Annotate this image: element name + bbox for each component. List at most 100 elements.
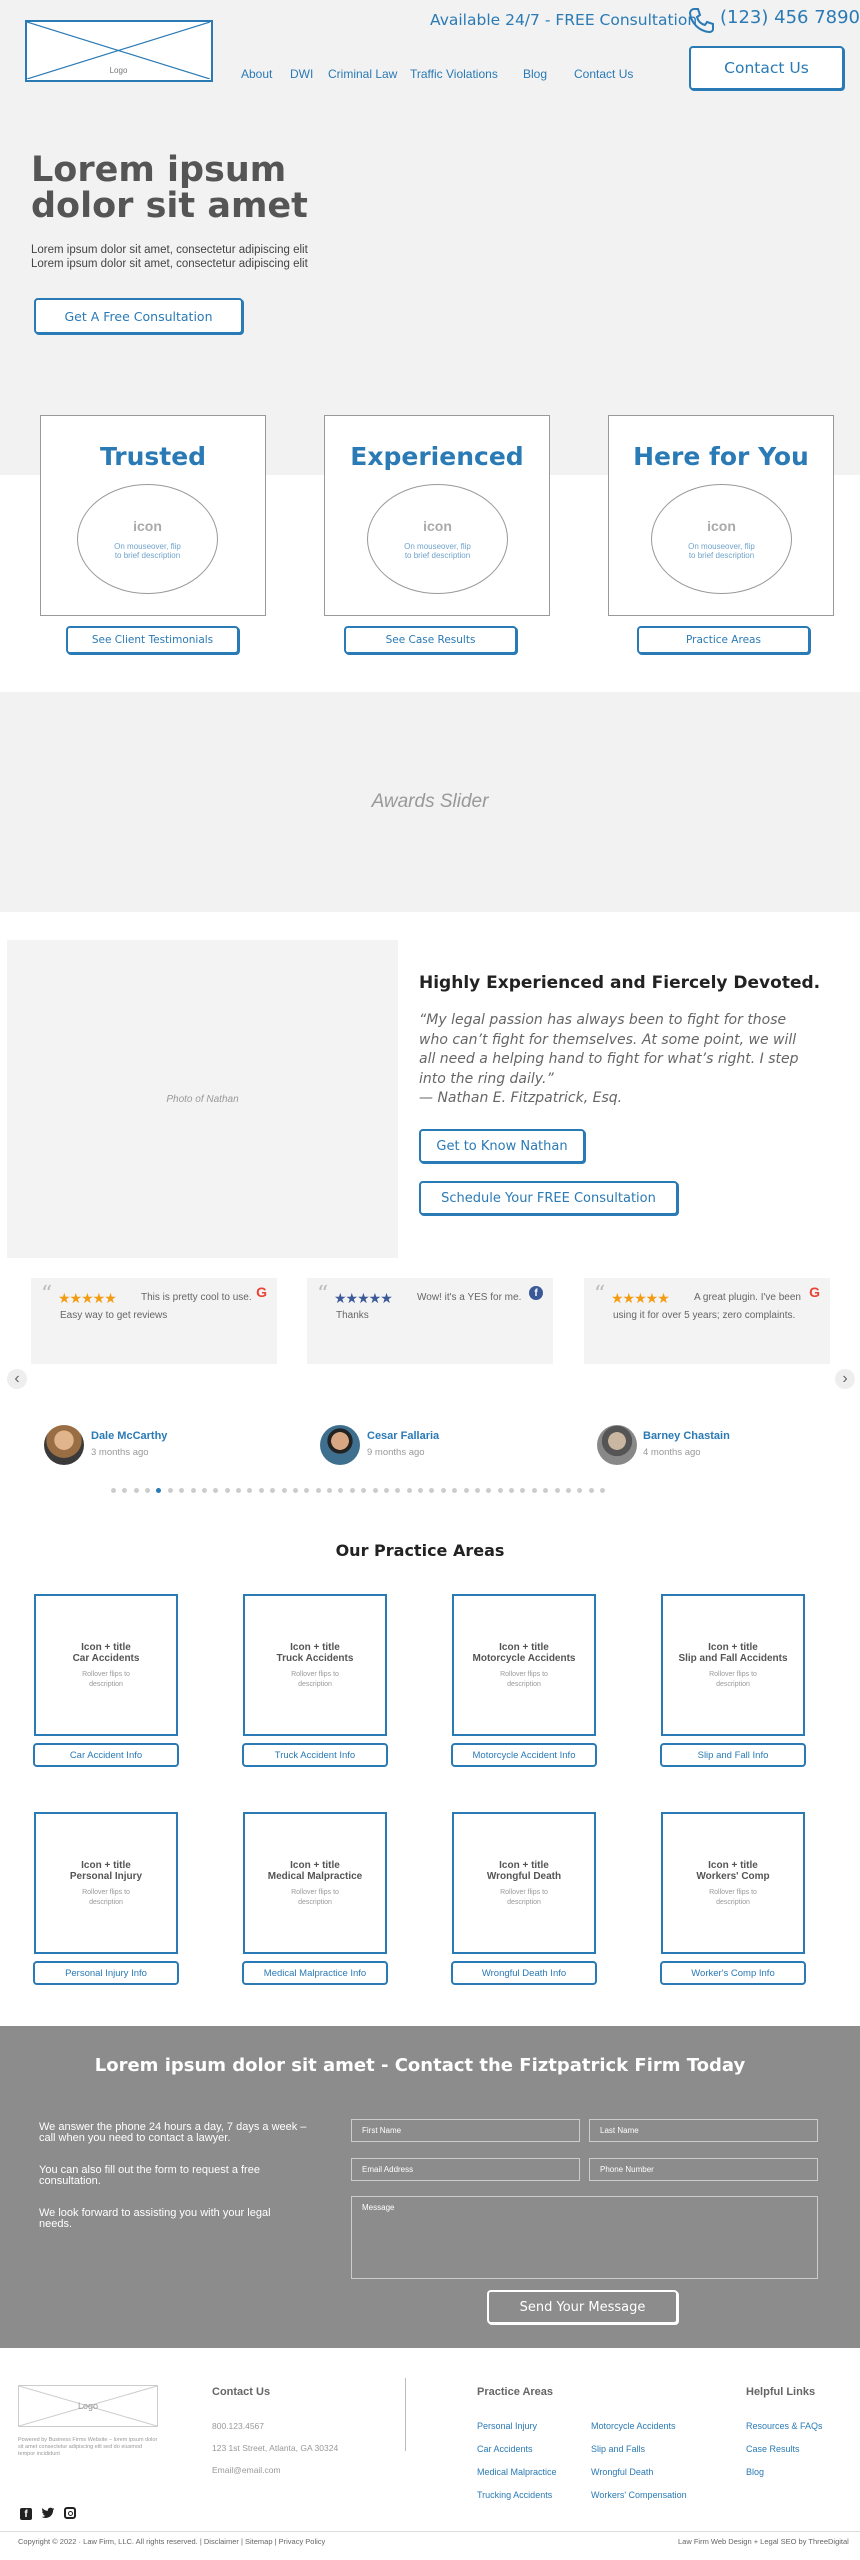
facebook-icon[interactable]: f [20, 2508, 32, 2520]
nav-criminal-law[interactable]: Criminal Law [328, 67, 397, 81]
slider-dot[interactable] [395, 1488, 401, 1493]
slider-dot[interactable] [463, 1488, 469, 1493]
slider-dot[interactable] [236, 1488, 242, 1493]
slider-dot[interactable] [304, 1488, 310, 1493]
feature-card-trusted[interactable]: Trusted icon On mouseover, flip to brief… [40, 415, 266, 616]
footer-link[interactable]: Wrongful Death [591, 2467, 687, 2477]
slider-dot[interactable] [509, 1488, 515, 1493]
slider-dot[interactable] [452, 1488, 458, 1493]
slider-dot[interactable] [520, 1488, 526, 1493]
practice-info-button[interactable]: Car Accident Info [33, 1743, 179, 1767]
footer-link[interactable]: Workers' Compensation [591, 2490, 687, 2500]
last-name-field[interactable]: Last Name [589, 2119, 818, 2142]
slider-dot[interactable] [213, 1488, 219, 1493]
slider-dot[interactable] [429, 1488, 435, 1493]
slider-dot[interactable] [179, 1488, 185, 1493]
header-contact-button[interactable]: Contact Us [689, 46, 844, 90]
slider-dot[interactable] [588, 1488, 594, 1493]
footer-link[interactable]: Slip and Falls [591, 2444, 687, 2454]
instagram-icon[interactable] [64, 2507, 76, 2519]
footer-link[interactable]: Trucking Accidents [477, 2490, 557, 2500]
footer-link[interactable]: Medical Malpractice [477, 2467, 557, 2477]
practice-card[interactable]: Icon + title Slip and Fall Accidents Rollo… [661, 1594, 805, 1736]
footer-link[interactable]: Motorcycle Accidents [591, 2421, 687, 2431]
feature-card-here-for-you[interactable]: Here for You icon On mouseover, flip to … [608, 415, 834, 616]
slider-next-arrow[interactable]: › [835, 1369, 855, 1389]
slider-dot[interactable] [258, 1488, 264, 1493]
slider-prev-arrow[interactable]: ‹ [7, 1369, 27, 1389]
slider-dot[interactable] [156, 1488, 162, 1493]
slider-dot[interactable] [145, 1488, 151, 1493]
phone-field[interactable]: Phone Number [589, 2158, 818, 2181]
practice-info-button[interactable]: Wrongful Death Info [451, 1961, 597, 1985]
practice-card[interactable]: Icon + title Motorcycle Accidents Rollover… [452, 1594, 596, 1736]
slider-dot[interactable] [554, 1488, 560, 1493]
practice-info-button[interactable]: Medical Malpractice Info [242, 1961, 388, 1985]
footer-phone[interactable]: 800.123.4567 [212, 2421, 264, 2431]
message-field[interactable]: Message [351, 2196, 818, 2279]
send-message-button[interactable]: Send Your Message [487, 2290, 678, 2324]
slider-dot[interactable] [247, 1488, 253, 1493]
practice-info-button[interactable]: Motorcycle Accident Info [451, 1743, 597, 1767]
footer-link[interactable]: Blog [746, 2467, 823, 2477]
see-client-testimonials-button[interactable]: See Client Testimonials [66, 626, 239, 654]
see-case-results-button[interactable]: See Case Results [344, 626, 517, 654]
slider-dot[interactable] [372, 1488, 378, 1493]
slider-dot[interactable] [190, 1488, 196, 1493]
slider-dot[interactable] [133, 1488, 139, 1493]
practice-card[interactable]: Icon + title Workers' Comp Rollover flips … [661, 1812, 805, 1954]
slider-dot[interactable] [338, 1488, 344, 1493]
practice-card[interactable]: Icon + title Car Accidents Rollover flips … [34, 1594, 178, 1736]
slider-dot[interactable] [292, 1488, 298, 1493]
slider-dot[interactable] [383, 1488, 389, 1493]
practice-card[interactable]: Icon + title Personal Injury Rollover flip… [34, 1812, 178, 1954]
slider-dot[interactable] [167, 1488, 173, 1493]
slider-dot[interactable] [565, 1488, 571, 1493]
twitter-icon[interactable] [41, 2506, 55, 2520]
practice-info-button[interactable]: Truck Accident Info [242, 1743, 388, 1767]
reviewer-name[interactable]: Dale McCarthy [91, 1430, 167, 1442]
practice-info-button[interactable]: Personal Injury Info [33, 1961, 179, 1985]
slider-dot[interactable] [315, 1488, 321, 1493]
slider-dots[interactable] [0, 1486, 860, 1493]
slider-dot[interactable] [327, 1488, 333, 1493]
nav-blog[interactable]: Blog [523, 67, 547, 81]
footer-link[interactable]: Case Results [746, 2444, 823, 2454]
nav-contact-us[interactable]: Contact Us [574, 67, 633, 81]
practice-areas-button[interactable]: Practice Areas [637, 626, 810, 654]
get-to-know-nathan-button[interactable]: Get to Know Nathan [419, 1129, 585, 1163]
footer-logo[interactable]: Logo [18, 2385, 158, 2427]
slider-dot[interactable] [600, 1488, 606, 1493]
slider-dot[interactable] [224, 1488, 230, 1493]
slider-dot[interactable] [531, 1488, 537, 1493]
practice-card[interactable]: Icon + title Medical Malpractice Rollover … [243, 1812, 387, 1954]
slider-dot[interactable] [486, 1488, 492, 1493]
practice-card[interactable]: Icon + title Wrongful Death Rollover flips… [452, 1812, 596, 1954]
footer-link[interactable]: Car Accidents [477, 2444, 557, 2454]
footer-link[interactable]: Resources & FAQs [746, 2421, 823, 2431]
awards-slider[interactable]: Awards Slider [0, 692, 860, 912]
first-name-field[interactable]: First Name [351, 2119, 580, 2142]
slider-dot[interactable] [418, 1488, 424, 1493]
footer-email[interactable]: Email@email.com [212, 2465, 281, 2475]
slider-dot[interactable] [122, 1488, 128, 1493]
slider-dot[interactable] [440, 1488, 446, 1493]
nav-dwi[interactable]: DWI [290, 67, 313, 81]
slider-dot[interactable] [406, 1488, 412, 1493]
slider-dot[interactable] [577, 1488, 583, 1493]
practice-info-button[interactable]: Slip and Fall Info [660, 1743, 806, 1767]
slider-dot[interactable] [474, 1488, 480, 1493]
footer-credit[interactable]: Law Firm Web Design + Legal SEO by Three… [678, 2537, 849, 2546]
phone-number[interactable]: (123) 456 7890 [720, 7, 860, 28]
feature-card-experienced[interactable]: Experienced icon On mouseover, flip to b… [324, 415, 550, 616]
email-field[interactable]: Email Address [351, 2158, 580, 2181]
practice-info-button[interactable]: Worker's Comp Info [660, 1961, 806, 1985]
hero-cta-button[interactable]: Get A Free Consultation [34, 298, 243, 334]
reviewer-name[interactable]: Barney Chastain [643, 1430, 730, 1442]
nav-traffic-violations[interactable]: Traffic Violations [410, 67, 498, 81]
phone-icon[interactable] [688, 6, 714, 34]
nav-about[interactable]: About [241, 67, 272, 81]
slider-dot[interactable] [110, 1488, 116, 1493]
footer-copyright[interactable]: Copyright © 2022 · Law Firm, LLC. All ri… [18, 2537, 325, 2546]
slider-dot[interactable] [497, 1488, 503, 1493]
